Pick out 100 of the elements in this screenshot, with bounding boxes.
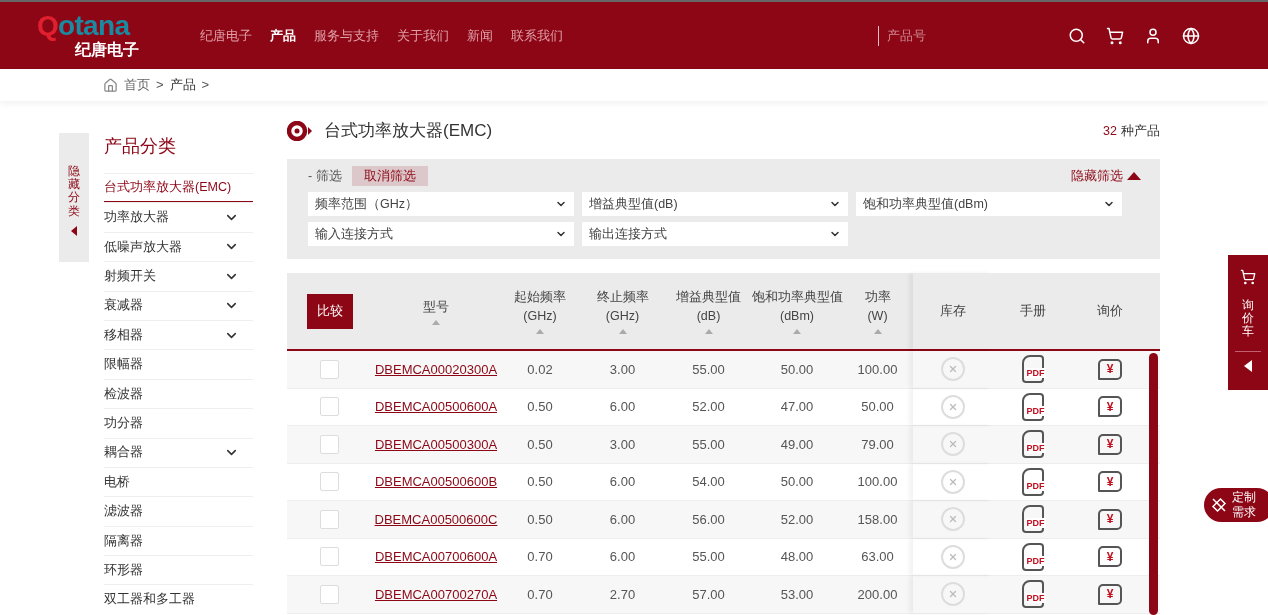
globe-icon[interactable] [1182, 26, 1200, 45]
nav-link[interactable]: 联系我们 [511, 25, 563, 46]
filter-dropdown[interactable]: 频率范围（GHz） [308, 192, 574, 216]
cart-icon[interactable] [1106, 26, 1124, 45]
model-link[interactable]: DBEMCA00020300A [374, 359, 498, 379]
category-item[interactable]: 限幅器 [104, 349, 253, 379]
category-item[interactable]: 衰减器 [104, 290, 253, 320]
column-header[interactable]: 饱和功率典型值 (dBm) [751, 288, 843, 326]
row-checkbox[interactable] [320, 472, 339, 492]
quote-button[interactable]: ¥ [1098, 583, 1122, 605]
column-header[interactable]: 终止频率 (GHz) [596, 288, 649, 326]
inquiry-cart-tab[interactable]: 询价车 [1228, 255, 1268, 390]
compare-button[interactable]: 比较 [306, 293, 353, 329]
row-checkbox[interactable] [320, 584, 339, 604]
breadcrumb-link[interactable]: 产品 [169, 75, 196, 95]
category-item[interactable]: 台式功率放大器(EMC) [104, 173, 253, 203]
sort-arrow-icon[interactable] [618, 329, 627, 334]
nav-link[interactable]: 产品 [270, 25, 296, 46]
pdf-manual-link[interactable]: PDF [1021, 392, 1044, 421]
pdf-manual-link[interactable]: PDF [1021, 505, 1044, 534]
category-item[interactable]: 功率放大器 [104, 202, 253, 232]
category-item[interactable]: 电桥 [104, 466, 253, 497]
quote-button[interactable]: ¥ [1098, 546, 1122, 568]
pdf-manual-link[interactable]: PDF [1021, 467, 1044, 496]
row-checkbox[interactable] [320, 434, 339, 454]
hide-categories-label: 隐藏分类 [68, 165, 80, 218]
scrollbar-thumb[interactable] [1149, 353, 1158, 615]
row-checkbox[interactable] [320, 547, 339, 567]
column-header[interactable]: 功率 (W) [864, 288, 891, 326]
pdf-manual-link[interactable]: PDF [1021, 355, 1044, 384]
home-icon[interactable] [103, 77, 118, 93]
column-header[interactable]: 起始频率 (GHz) [514, 288, 566, 326]
quote-button[interactable]: ¥ [1098, 433, 1122, 455]
breadcrumb-separator: > [201, 76, 210, 95]
cart-icon [1240, 269, 1256, 285]
quote-button[interactable]: ¥ [1098, 396, 1122, 418]
table-cell-text: 55.00 [692, 548, 725, 566]
user-icon[interactable] [1144, 26, 1162, 45]
category-item[interactable]: 检波器 [104, 378, 253, 409]
table-cell-text: 79.00 [861, 435, 894, 454]
model-link[interactable]: DBEMCA00500600C [374, 509, 498, 529]
row-checkbox[interactable] [320, 397, 339, 417]
category-item[interactable]: 射频开关 [104, 261, 253, 291]
pdf-manual-link[interactable]: PDF [1021, 580, 1044, 609]
model-link[interactable]: DBEMCA00500600A [374, 397, 498, 417]
table-cell-text: 50.00 [780, 360, 814, 379]
nav-link[interactable]: 关于我们 [397, 25, 449, 46]
filter-dropdown[interactable]: 输入连接方式 [308, 222, 574, 246]
row-checkbox[interactable] [320, 359, 339, 379]
quote-button[interactable]: ¥ [1098, 471, 1122, 493]
page-title: 台式功率放大器(EMC) [324, 120, 493, 143]
category-item[interactable]: 耦合器 [104, 437, 253, 467]
category-item[interactable]: 移相器 [104, 319, 253, 350]
category-item[interactable]: 双工器和多工器 [104, 584, 253, 614]
inquiry-cart-label: 询价车 [1242, 299, 1254, 339]
nav-link[interactable]: 新闻 [467, 25, 493, 46]
triangle-left-icon[interactable] [1244, 359, 1252, 372]
filter-dropdown[interactable]: 输出连接方式 [582, 222, 848, 246]
filter-dropdown[interactable]: 饱和功率典型值(dBm) [856, 192, 1122, 216]
category-item[interactable]: 滤波器 [104, 496, 253, 526]
hide-categories-tab[interactable]: 隐藏分类 [59, 133, 89, 262]
nav-link[interactable]: 服务与支持 [314, 25, 379, 46]
column-header[interactable]: 型号 [423, 297, 449, 317]
quote-button[interactable]: ¥ [1098, 508, 1122, 530]
search-icon[interactable] [1068, 26, 1086, 45]
table-cell-text: 52.00 [692, 398, 725, 416]
category-item[interactable]: 低噪声放大器 [104, 231, 253, 262]
table-cell-text: 6.00 [609, 548, 636, 566]
nav-link[interactable]: 纪唐电子 [200, 25, 252, 46]
breadcrumb-link[interactable]: 首页 [124, 75, 150, 95]
table-cell-text: 200.00 [857, 585, 898, 604]
model-link[interactable]: DBEMCA00700270A [374, 584, 498, 604]
table-cell-text: 0.50 [527, 435, 553, 454]
pdf-manual-link[interactable]: PDF [1021, 542, 1044, 571]
sort-arrow-icon[interactable] [704, 329, 713, 334]
row-checkbox[interactable] [320, 509, 339, 529]
table-cell-text: 6.00 [609, 510, 636, 529]
triangle-up-icon [1127, 172, 1141, 180]
pdf-manual-link[interactable]: PDF [1021, 430, 1044, 459]
clear-filter-button[interactable]: 取消筛选 [351, 166, 428, 186]
column-header[interactable]: 增益典型值 (dB) [676, 288, 741, 326]
search-field[interactable]: 产品号 [887, 25, 1038, 46]
sort-arrow-icon[interactable] [536, 329, 544, 334]
model-link[interactable]: DBEMCA00500300A [374, 434, 498, 454]
sort-arrow-icon[interactable] [873, 329, 882, 334]
sort-arrow-icon[interactable] [793, 329, 801, 334]
table-cell-text: 50.00 [861, 398, 894, 416]
sort-arrow-icon[interactable] [432, 319, 440, 325]
category-item[interactable]: 隔离器 [104, 525, 253, 556]
hide-filter-button[interactable]: 隐藏筛选 [1071, 166, 1141, 186]
quote-button[interactable]: ¥ [1098, 358, 1122, 380]
table-cell-text: 55.00 [692, 435, 725, 454]
filter-dropdown[interactable]: 增益典型值(dB) [582, 192, 848, 216]
table-cell-text: 2.70 [609, 585, 636, 604]
table-cell-text: 47.00 [780, 398, 814, 416]
custom-request-button[interactable]: 定制需求 [1204, 488, 1268, 522]
model-link[interactable]: DBEMCA00500600B [374, 472, 498, 492]
category-item[interactable]: 功分器 [104, 408, 253, 438]
category-item[interactable]: 环形器 [104, 555, 253, 585]
model-link[interactable]: DBEMCA00700600A [374, 547, 498, 567]
